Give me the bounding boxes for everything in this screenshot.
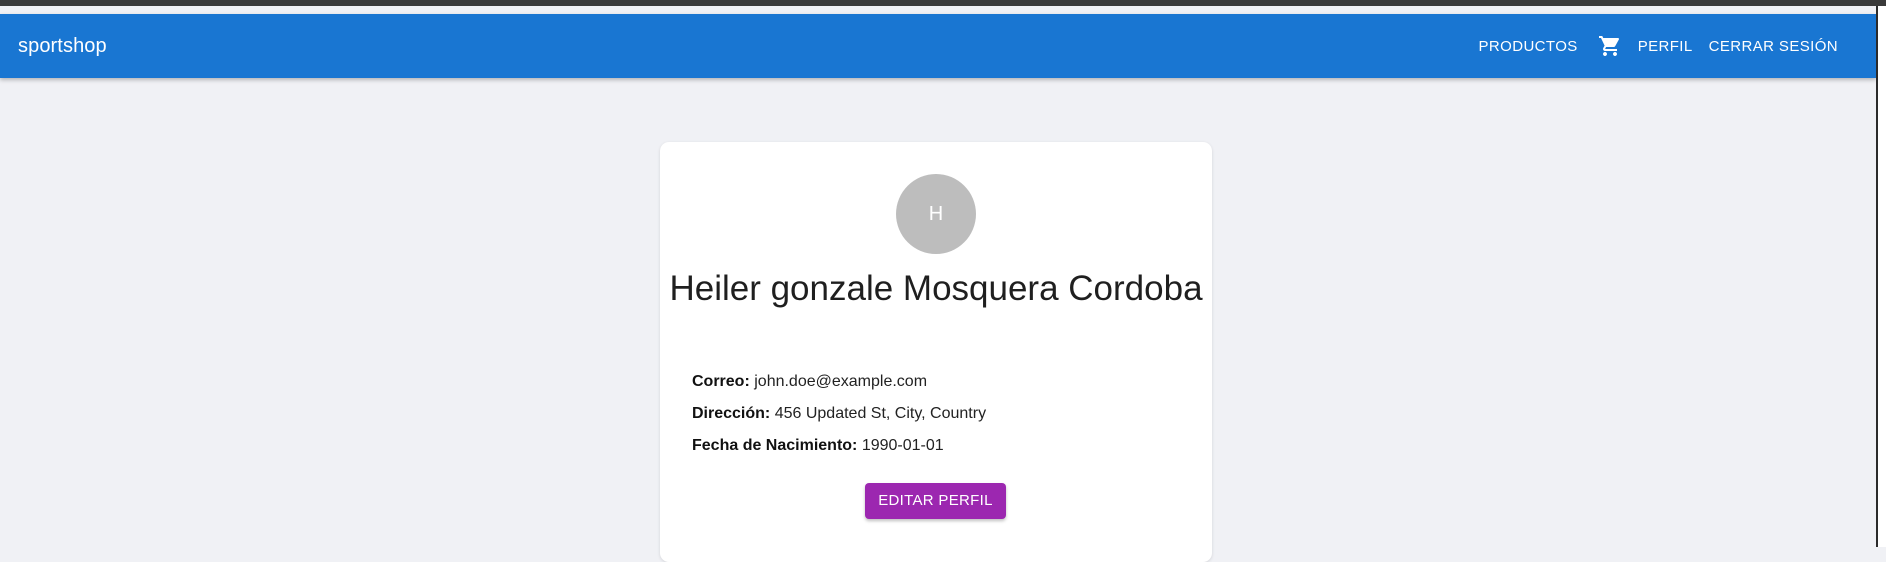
nav-profile-button[interactable]: PERFIL	[1630, 32, 1701, 61]
email-label: Correo:	[692, 373, 750, 390]
birthdate-label: Fecha de Nacimiento:	[692, 437, 858, 454]
brand-title[interactable]: sportshop	[18, 14, 107, 78]
address-value: 456 Updated St, City, Country	[774, 405, 987, 422]
birthdate-value: 1990-01-01	[861, 437, 944, 454]
avatar: H	[896, 174, 976, 254]
profile-name: Heiler gonzale Mosquera Cordoba	[669, 269, 1203, 308]
birthdate-row: Fecha de Nacimiento: 1990-01-01	[692, 436, 944, 456]
nav-logout-button[interactable]: CERRAR SESIÓN	[1701, 32, 1846, 61]
main-nav: PRODUCTOS PERFIL CERRAR SESIÓN	[1471, 14, 1846, 78]
profile-card: H Heiler gonzale Mosquera Cordoba Correo…	[660, 142, 1212, 562]
cart-button[interactable]	[1590, 26, 1630, 66]
nav-products-button[interactable]: PRODUCTOS	[1471, 32, 1586, 61]
shopping-cart-icon	[1598, 36, 1619, 56]
edit-profile-button[interactable]: EDITAR PERFIL	[865, 483, 1006, 519]
address-label: Dirección:	[692, 405, 771, 422]
app-bar: sportshop PRODUCTOS PERFIL CERRAR SESIÓN	[0, 14, 1876, 78]
scrollbar-edge	[1876, 6, 1886, 547]
window-top-border	[0, 0, 1886, 6]
email-row: Correo: john.doe@example.com	[692, 372, 927, 392]
address-row: Dirección: 456 Updated St, City, Country	[692, 404, 986, 424]
email-value: john.doe@example.com	[754, 373, 928, 390]
